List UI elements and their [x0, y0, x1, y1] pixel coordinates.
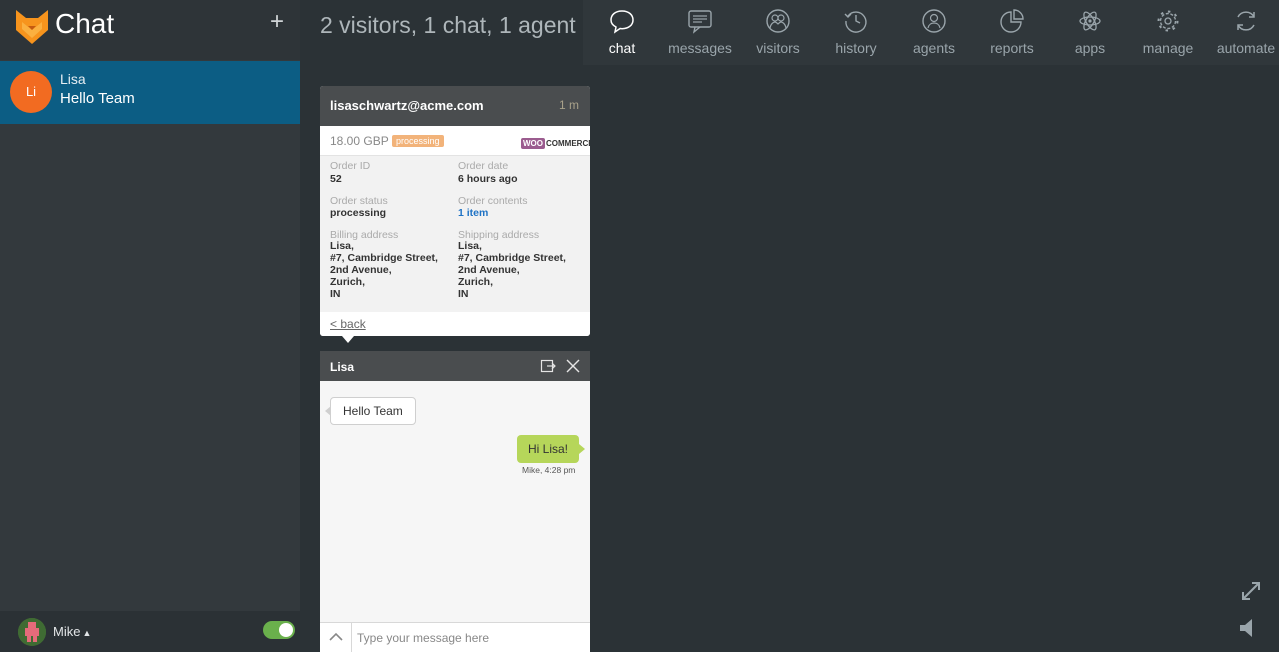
nav-label: automate — [1216, 40, 1276, 56]
sidebar: Chat + Li Lisa Hello Team Mike ▲ — [0, 0, 300, 652]
nav-label: chat — [608, 40, 636, 56]
chat-window-header: Lisa — [320, 351, 590, 381]
order-contents-link[interactable]: 1 item — [458, 207, 488, 219]
order-details-card: lisaschwartz@acme.com 1 m 18.00 GBP proc… — [320, 86, 590, 336]
online-toggle[interactable] — [263, 621, 295, 639]
status-badge: processing — [392, 135, 444, 147]
nav-history[interactable]: history — [817, 0, 895, 65]
order-id-label: Order ID — [330, 160, 371, 172]
refresh-icon — [1237, 11, 1255, 31]
chat-bubble-icon — [610, 10, 634, 34]
nav-manage[interactable]: manage — [1129, 0, 1207, 65]
transfer-icon[interactable] — [540, 358, 556, 374]
close-icon[interactable] — [565, 358, 581, 374]
order-status-label: Order status — [330, 195, 388, 207]
chat-composer — [320, 622, 590, 652]
order-id-value: 52 — [330, 173, 342, 185]
plus-icon: + — [269, 8, 284, 35]
nav-label: manage — [1142, 40, 1194, 56]
order-age: 1 m — [558, 98, 579, 112]
order-status-value: processing — [330, 207, 387, 219]
nav-label: agents — [912, 40, 956, 56]
apps-icon — [1079, 11, 1101, 31]
nav-chat[interactable]: chat — [583, 0, 661, 65]
chat-window-title: Lisa — [330, 360, 355, 374]
agent-footer: Mike ▲ — [0, 611, 300, 652]
nav-label: visitors — [756, 40, 800, 56]
message-timestamp: Mike, 4:28 pm — [522, 465, 576, 475]
history-icon — [844, 11, 867, 33]
order-contents-label: Order contents — [458, 195, 528, 207]
order-card-footer: < back — [320, 312, 590, 336]
toggle-knob — [279, 623, 293, 637]
nav-reports[interactable]: reports — [973, 0, 1051, 65]
order-summary: 18.00 GBP processing WOO COMMERCE — [320, 126, 590, 156]
reports-icon — [1000, 9, 1024, 33]
nav-automate[interactable]: automate — [1207, 0, 1279, 65]
messages-icon — [688, 10, 712, 34]
agent-name: Mike — [53, 624, 81, 639]
shipping-address: Lisa, #7, Cambridge Street, 2nd Avenue, … — [458, 240, 566, 300]
expand-composer-button[interactable] — [320, 623, 352, 652]
visitor-summary: 2 visitors, 1 chat, 1 agent — [320, 12, 576, 38]
nav-label: history — [835, 40, 877, 56]
chevron-up-icon — [329, 632, 343, 641]
card-pointer — [342, 336, 354, 343]
agents-icon — [922, 9, 946, 33]
nav-apps[interactable]: apps — [1051, 0, 1129, 65]
order-card-header: lisaschwartz@acme.com 1 m — [320, 86, 590, 126]
speaker-icon[interactable] — [1237, 616, 1261, 640]
nav-agents[interactable]: agents — [895, 0, 973, 65]
avatar: Li — [10, 71, 52, 113]
app-title: Chat — [55, 8, 115, 39]
billing-address: Lisa, #7, Cambridge Street, 2nd Avenue, … — [330, 240, 438, 300]
visitor-message: Hello Team — [325, 397, 416, 425]
chat-list-item[interactable]: Li Lisa Hello Team — [0, 61, 300, 124]
top-navigation: chat messages visitors history agents re… — [583, 0, 1279, 65]
woocommerce-logo: WOO COMMERCE — [521, 138, 590, 149]
brand-bar: Chat + — [0, 0, 300, 60]
nav-messages[interactable]: messages — [661, 0, 739, 65]
agent-menu[interactable]: Mike ▲ — [53, 624, 91, 639]
caret-up-icon: ▲ — [82, 628, 92, 638]
nav-label: reports — [990, 40, 1034, 56]
back-link[interactable]: < back — [330, 317, 366, 331]
fox-logo-icon — [16, 10, 48, 44]
order-amount: 18.00 GBP — [330, 134, 389, 148]
chat-last-message: Hello Team — [60, 90, 135, 107]
visitors-icon — [766, 9, 790, 33]
nav-label: apps — [1074, 40, 1106, 56]
new-chat-button[interactable]: + — [266, 8, 288, 36]
fullscreen-icon[interactable] — [1239, 579, 1263, 603]
agent-avatar-icon — [18, 618, 46, 646]
nav-label: messages — [668, 40, 732, 56]
order-date-value: 6 hours ago — [458, 173, 518, 185]
chat-window: Lisa Hello Team Hi Lisa! Mike, 4:28 pm — [320, 351, 590, 652]
gear-icon — [1157, 10, 1179, 32]
chat-visitor-name: Lisa — [60, 71, 86, 87]
agent-message: Hi Lisa! — [517, 435, 586, 463]
nav-visitors[interactable]: visitors — [739, 0, 817, 65]
message-input[interactable] — [353, 623, 590, 652]
order-date-label: Order date — [458, 160, 509, 172]
visitor-email: lisaschwartz@acme.com — [330, 98, 484, 113]
